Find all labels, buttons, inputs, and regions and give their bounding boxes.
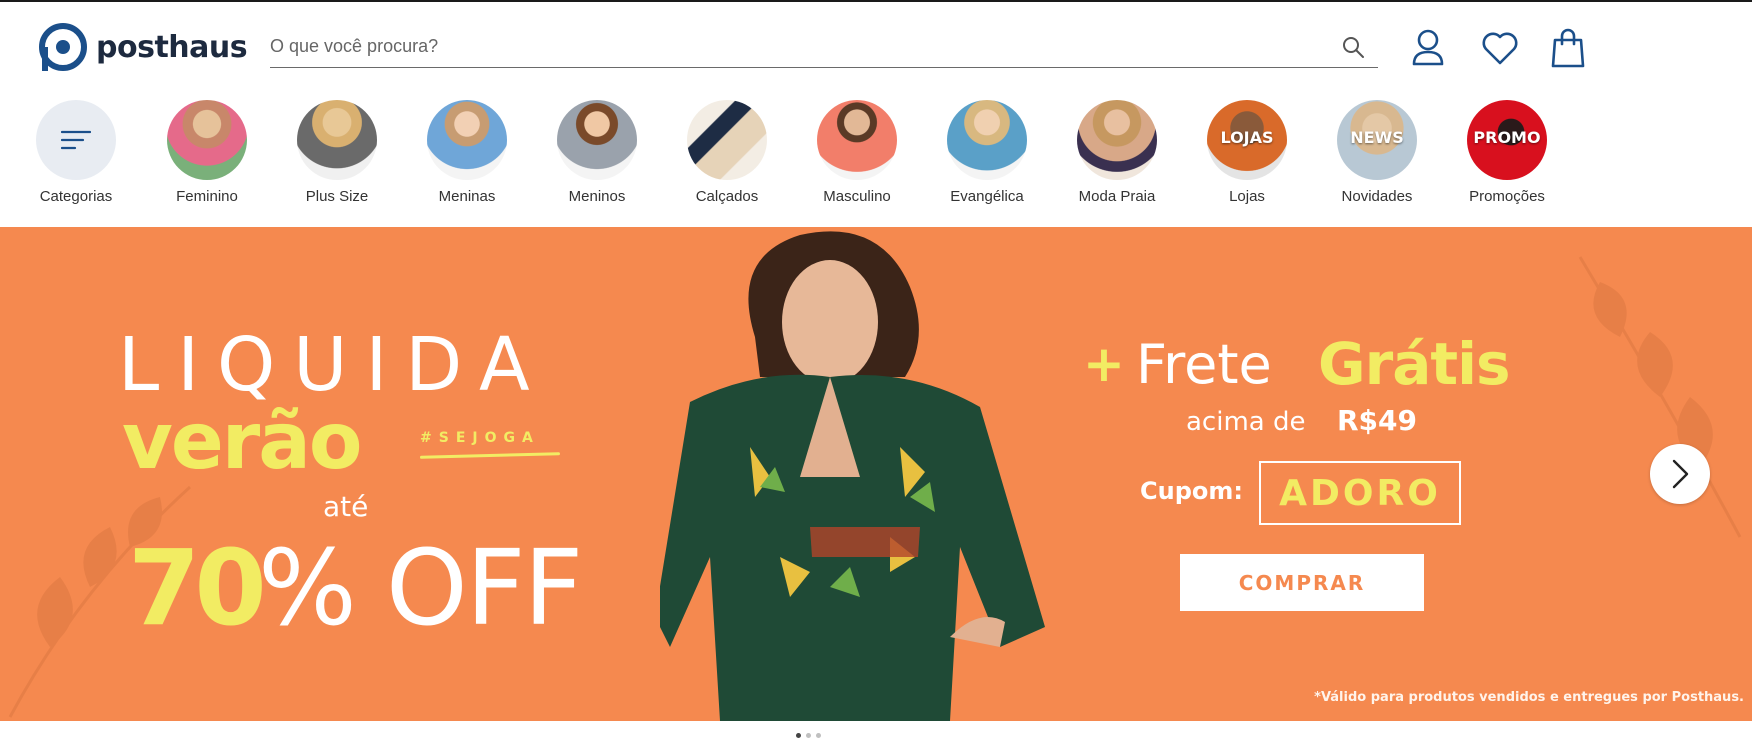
gratis-text: Grátis	[1318, 330, 1510, 398]
category-item-evangelica[interactable]: Evangélica	[932, 100, 1042, 205]
news-overlay: NEWS	[1350, 128, 1404, 147]
category-item-meninas[interactable]: Meninas	[412, 100, 522, 205]
search-bar	[270, 24, 1378, 68]
promo-overlay: PROMO	[1473, 128, 1541, 147]
category-nav: Categorias Feminino Plus Size Meninas Me…	[0, 100, 1752, 224]
category-label: Promoções	[1469, 188, 1545, 205]
leaf-decoration	[1578, 256, 1742, 538]
category-label: Moda Praia	[1078, 188, 1156, 205]
category-item-lojas[interactable]: LOJAS Lojas	[1192, 100, 1302, 205]
posthaus-logo-icon	[39, 23, 87, 71]
category-item-promocoes[interactable]: PROMO Promoções	[1452, 100, 1562, 205]
logo-link[interactable]: posthaus	[38, 22, 248, 72]
shopping-bag-icon[interactable]	[1550, 28, 1586, 68]
discount-off: % OFF	[258, 527, 583, 649]
plus-size-thumb	[297, 100, 377, 180]
category-label: Feminino	[176, 188, 238, 205]
category-item-novidades[interactable]: NEWS Novidades	[1322, 100, 1432, 205]
user-icon[interactable]	[1410, 28, 1446, 68]
evangelica-thumb	[947, 100, 1027, 180]
promo-disclaimer: *Válido para produtos vendidos e entregu…	[1314, 690, 1744, 705]
category-item-masculino[interactable]: Masculino	[802, 100, 912, 205]
discount-number: 70	[128, 527, 267, 649]
carousel-dot[interactable]	[816, 733, 821, 738]
plus-sign: +	[1083, 335, 1125, 393]
calcados-thumb	[687, 100, 767, 180]
meninas-thumb	[427, 100, 507, 180]
category-item-categorias[interactable]: Categorias	[21, 100, 131, 205]
hashtag: #SEJOGA	[420, 430, 540, 446]
hero-banner[interactable]: LIQUIDA verão #SEJOGA até 70 % OFF + Fre…	[0, 227, 1752, 721]
coupon-code: ADORO	[1259, 461, 1461, 525]
category-label: Novidades	[1341, 188, 1413, 205]
heart-icon[interactable]	[1480, 28, 1520, 68]
search-input[interactable]	[270, 32, 1270, 60]
novidades-thumb: NEWS	[1337, 100, 1417, 180]
meninos-thumb	[557, 100, 637, 180]
ate-text: até	[323, 490, 369, 523]
feminino-thumb	[167, 100, 247, 180]
moda-praia-thumb	[1077, 100, 1157, 180]
acima-text: acima de	[1186, 407, 1306, 437]
masculino-thumb	[817, 100, 897, 180]
category-item-calcados[interactable]: Calçados	[672, 100, 782, 205]
category-label: Meninos	[568, 188, 626, 205]
promo-subtitle: verão	[122, 397, 362, 487]
carousel-dots	[796, 733, 821, 738]
model-photo	[660, 231, 1045, 721]
category-label: Categorias	[39, 188, 113, 205]
carousel-dot[interactable]	[806, 733, 811, 738]
category-item-plus-size[interactable]: Plus Size	[282, 100, 392, 205]
category-label: Evangélica	[950, 188, 1024, 205]
lojas-overlay: LOJAS	[1220, 128, 1274, 147]
menu-lines-icon	[61, 130, 91, 150]
promocoes-thumb: PROMO	[1467, 100, 1547, 180]
category-item-moda-praia[interactable]: Moda Praia	[1062, 100, 1172, 205]
brand-name: posthaus	[96, 29, 248, 65]
carousel-next-button[interactable]	[1650, 444, 1710, 504]
category-thumb	[36, 100, 116, 180]
min-value: R$49	[1337, 404, 1418, 437]
category-label: Calçados	[695, 188, 759, 205]
lojas-thumb: LOJAS	[1207, 100, 1287, 180]
coupon-label: Cupom:	[1140, 477, 1243, 505]
hashtag-underline	[419, 452, 561, 459]
search-icon[interactable]	[1340, 34, 1366, 60]
category-item-meninos[interactable]: Meninos	[542, 100, 652, 205]
promo-title: LIQUIDA	[118, 322, 548, 408]
site-header: posthaus	[0, 2, 1752, 90]
category-label: Plus Size	[305, 188, 369, 205]
category-label: Meninas	[438, 188, 496, 205]
comprar-button[interactable]: COMPRAR	[1180, 554, 1424, 611]
chevron-right-icon	[1672, 459, 1689, 489]
category-label: Lojas	[1229, 188, 1265, 205]
carousel-dot[interactable]	[796, 733, 801, 738]
category-item-feminino[interactable]: Feminino	[152, 100, 262, 205]
frete-text: Frete	[1136, 333, 1272, 396]
category-label: Masculino	[823, 188, 891, 205]
